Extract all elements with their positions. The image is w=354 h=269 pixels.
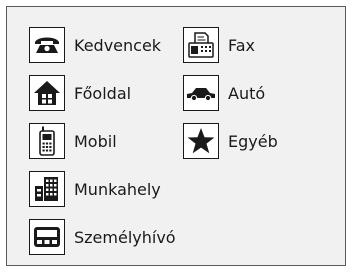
home-icon [29, 75, 65, 111]
phone-category-panel: Kedvencek Fax Főoldal Autó Mobil Egyéb M… [6, 6, 346, 266]
category-car-label: Autó [228, 83, 266, 103]
office-building-icon [29, 171, 65, 207]
pager-icon [29, 219, 65, 255]
category-home[interactable]: Főoldal [29, 73, 131, 113]
category-mobile[interactable]: Mobil [29, 121, 117, 161]
category-fax[interactable]: Fax [183, 25, 255, 65]
telephone-icon [29, 27, 65, 63]
category-work-label: Munkahely [74, 179, 161, 199]
category-favorites[interactable]: Kedvencek [29, 25, 161, 65]
car-icon [183, 75, 219, 111]
category-other[interactable]: Egyéb [183, 121, 278, 161]
category-other-label: Egyéb [228, 131, 278, 151]
mobile-phone-icon [29, 123, 65, 159]
category-fax-label: Fax [228, 35, 256, 55]
category-car[interactable]: Autó [183, 73, 265, 113]
category-pager-label: Személyhívó [74, 227, 176, 247]
star-icon [183, 123, 219, 159]
category-mobile-label: Mobil [74, 131, 117, 151]
category-home-label: Főoldal [74, 83, 132, 103]
fax-icon [183, 27, 219, 63]
category-favorites-label: Kedvencek [74, 35, 162, 55]
category-pager[interactable]: Személyhívó [29, 217, 176, 257]
category-work[interactable]: Munkahely [29, 169, 161, 209]
